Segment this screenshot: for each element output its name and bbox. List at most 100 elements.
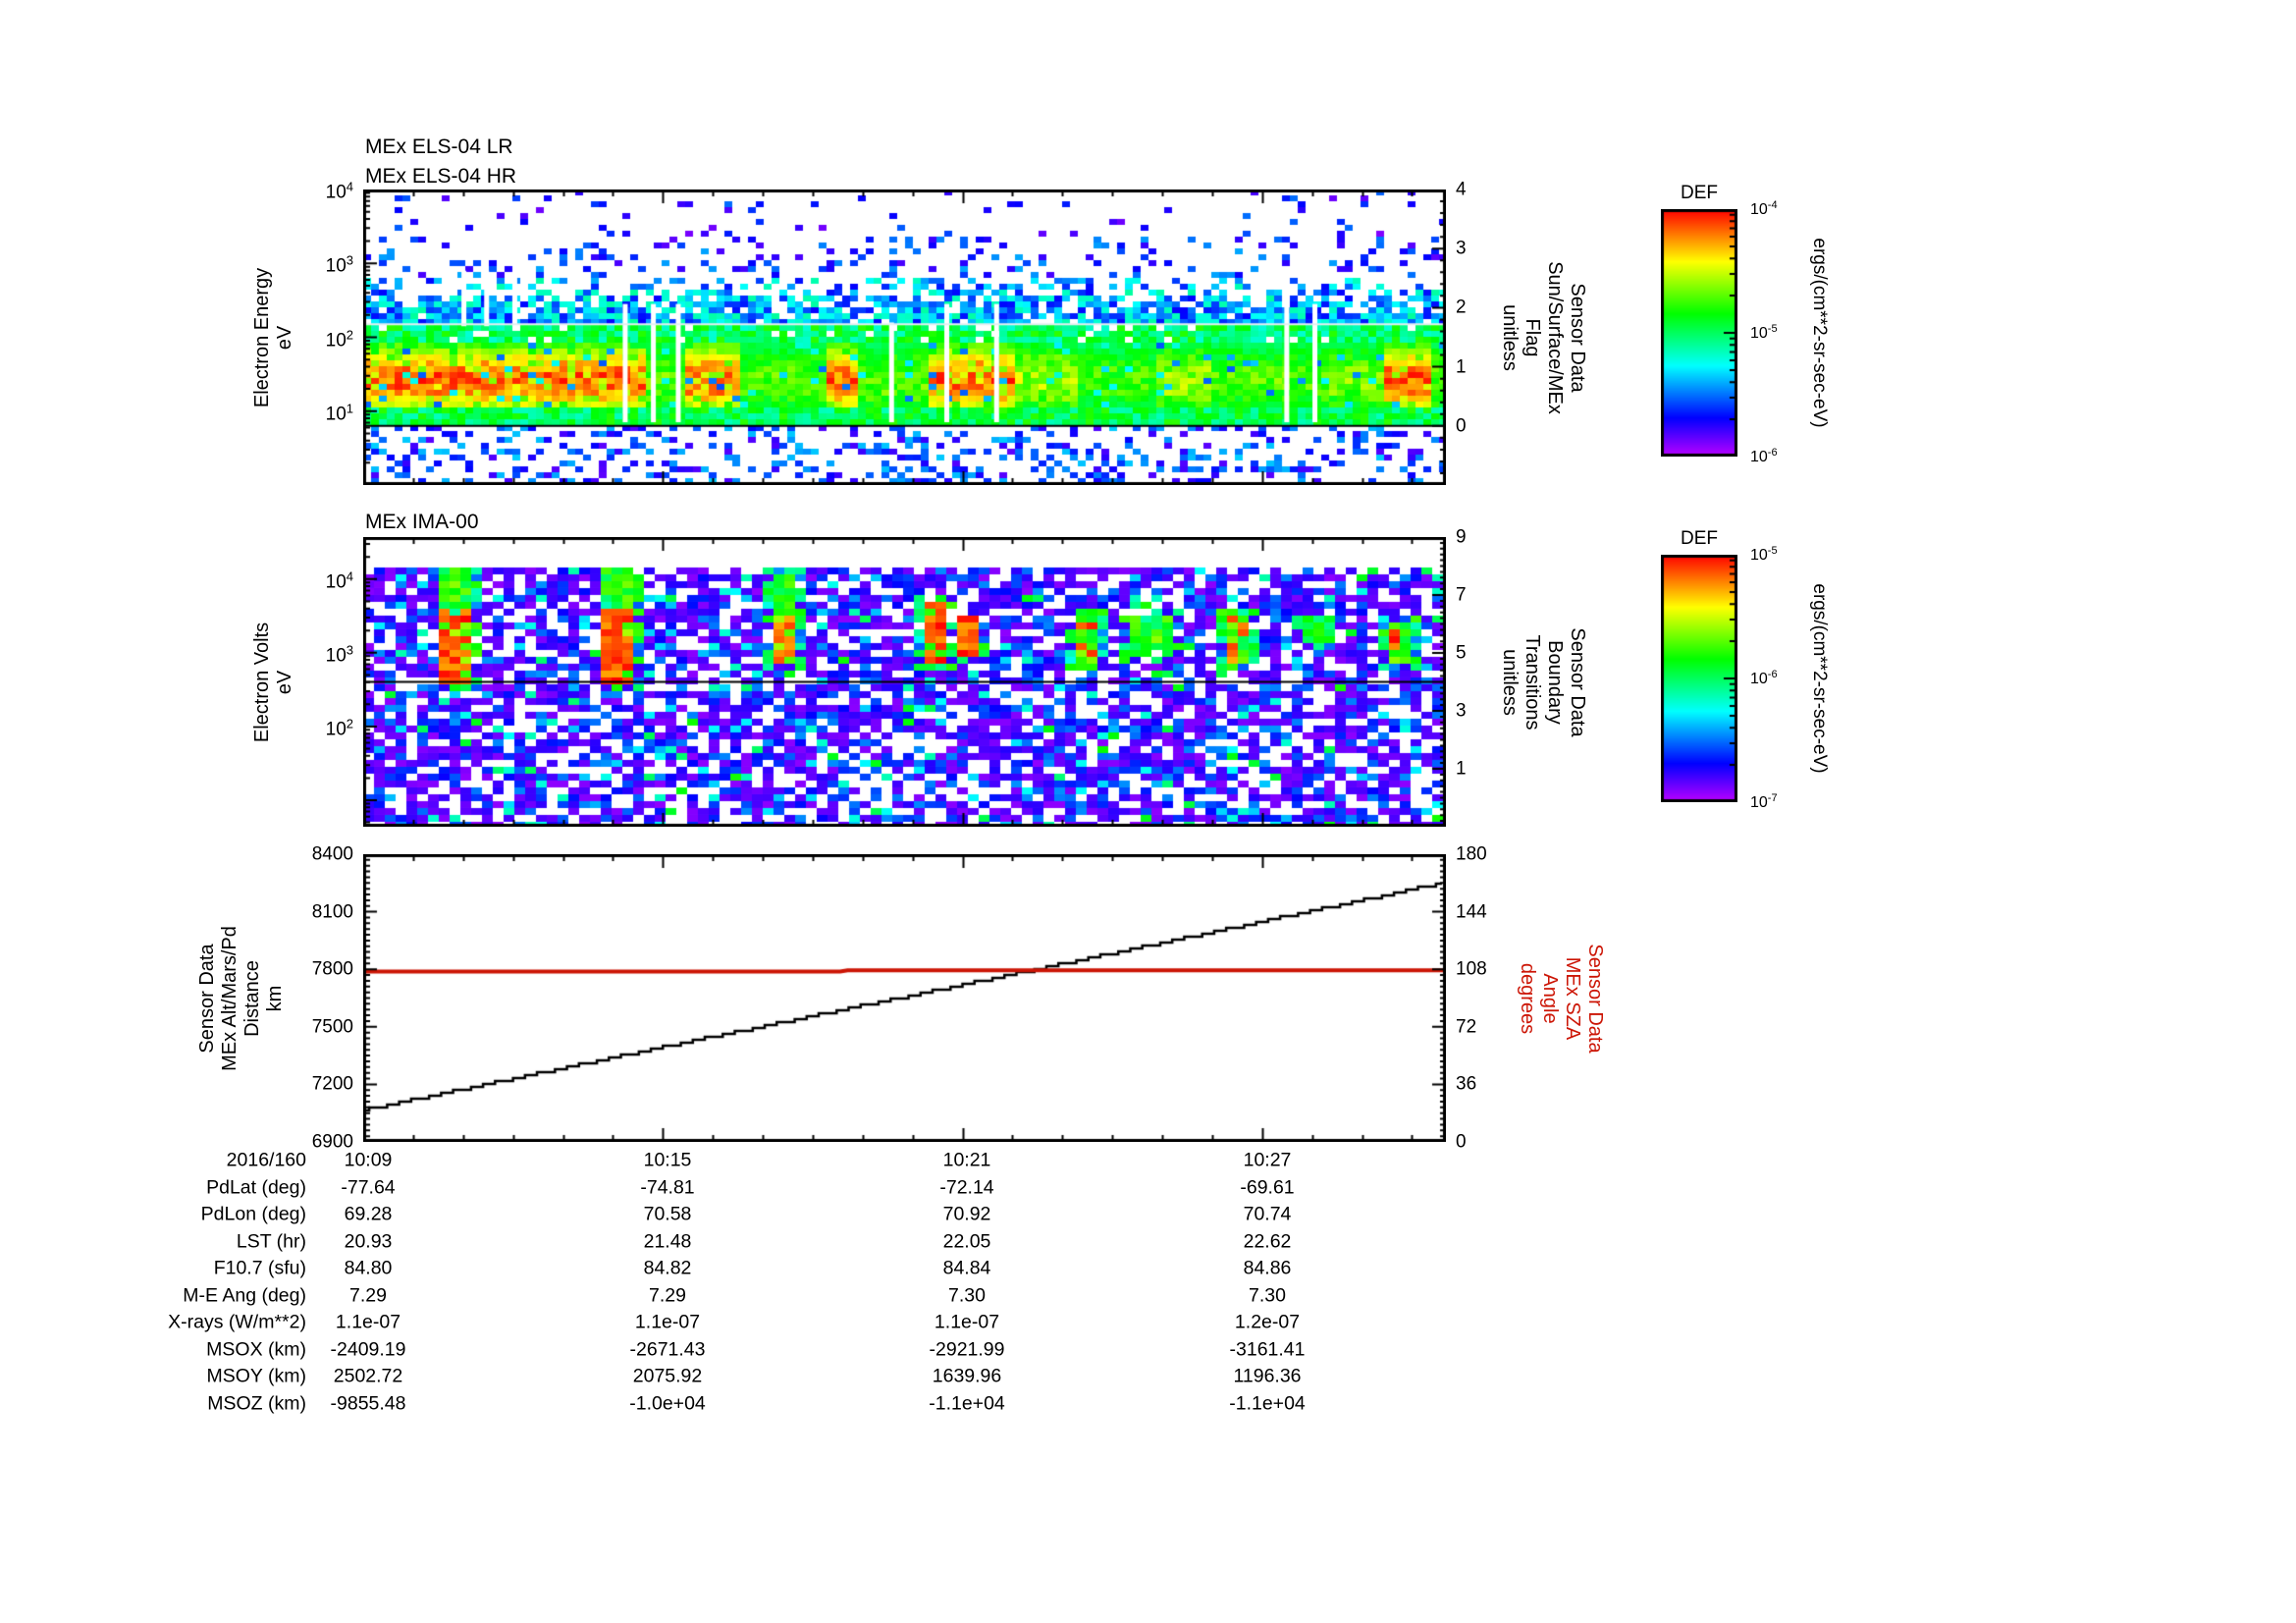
table-cell: 10:21 <box>942 1149 991 1171</box>
tick-exponent: 1 <box>346 401 353 416</box>
y-axis-label-line: Electron Energy <box>251 267 273 407</box>
right-tick-label: 4 <box>1456 179 1467 200</box>
table-cell: 84.80 <box>344 1257 393 1279</box>
cb-tick-mantissa: 10 <box>1750 671 1768 688</box>
right-tick-label: 144 <box>1456 901 1487 923</box>
right-axis-label-line: MEx SZA <box>1562 956 1583 1040</box>
table-cell: 1196.36 <box>1233 1365 1302 1387</box>
table-cell: 22.62 <box>1243 1230 1292 1252</box>
table-cell: 10:15 <box>643 1149 692 1171</box>
table-cell: 21.48 <box>643 1230 692 1252</box>
table-cell: 70.74 <box>1243 1203 1292 1225</box>
table-row-label: 2016/160 <box>226 1149 306 1171</box>
right-tick-label: 0 <box>1456 415 1467 437</box>
right-axis-label: Sensor Data Sun/Surface/MEx Flag unitless <box>1498 261 1588 414</box>
tick-mantissa: 10 <box>325 330 347 352</box>
table-cell: 84.86 <box>1243 1257 1292 1279</box>
table-cell: -72.14 <box>939 1176 994 1198</box>
table-cell: 7.29 <box>649 1284 686 1306</box>
y-axis-label-line: eV <box>274 325 295 350</box>
y-tick-label: 7500 <box>311 1016 353 1038</box>
right-axis-label-line: Boundary <box>1544 639 1566 725</box>
table-cell: 84.84 <box>942 1257 991 1279</box>
y-axis-label-line: Electron Volts <box>251 622 273 742</box>
y-axis-label: Sensor Data MEx Alt/Mars/Pd Distance km <box>196 926 287 1071</box>
right-axis-label-line: unitless <box>1499 303 1521 371</box>
table-cell: 1.1e-07 <box>335 1311 401 1333</box>
y-axis-label: Electron Volts eV <box>251 622 296 741</box>
colorbar-ima-spectrogram <box>1661 555 1737 802</box>
table-cell: 10:09 <box>344 1149 393 1171</box>
table-cell: 70.92 <box>942 1203 991 1225</box>
table-row-label: PdLon (deg) <box>200 1203 306 1225</box>
ima-spectrogram-canvas <box>363 537 1446 827</box>
y-tick-label: 7800 <box>311 958 353 980</box>
right-tick-label: 3 <box>1456 238 1467 259</box>
table-cell: -1.1e+04 <box>1229 1392 1306 1414</box>
cb-tick-mantissa: 10 <box>1750 547 1768 565</box>
right-tick-label: 9 <box>1456 526 1467 548</box>
right-tick-label: 1 <box>1456 758 1467 780</box>
right-tick-label: 0 <box>1456 1131 1467 1153</box>
y-tick-label: 8400 <box>311 843 353 865</box>
table-cell: 69.28 <box>344 1203 393 1225</box>
table-row-label: MSOX (km) <box>206 1338 306 1360</box>
right-axis-label-line: degrees <box>1517 962 1538 1034</box>
cb-tick-mantissa: 10 <box>1750 201 1768 219</box>
right-axis-label: Sensor Data MEx SZA Angle degrees <box>1516 944 1606 1053</box>
tick-exponent: 3 <box>346 252 353 268</box>
right-tick-label: 72 <box>1456 1016 1477 1038</box>
cb-tick-exponent: -6 <box>1767 668 1778 680</box>
table-cell: 84.82 <box>643 1257 692 1279</box>
right-axis-label-line: Sensor Data <box>1567 282 1588 393</box>
y-tick-label: 101 <box>326 399 353 423</box>
table-cell: -1.0e+04 <box>629 1392 706 1414</box>
right-tick-label: 180 <box>1456 843 1487 865</box>
panel-title: MEx ELS-04 HR <box>365 165 517 188</box>
y-axis-label-line: Distance <box>241 959 263 1037</box>
y-tick-label: 8100 <box>311 901 353 923</box>
y-tick-label: 7200 <box>311 1073 353 1095</box>
tick-mantissa: 10 <box>325 571 347 593</box>
table-cell: 22.05 <box>942 1230 991 1252</box>
cb-tick-exponent: -7 <box>1767 791 1778 804</box>
y-axis-label-line: MEx Alt/Mars/Pd <box>219 925 240 1071</box>
right-axis-label-line: Angle <box>1539 972 1561 1024</box>
tick-exponent: 3 <box>346 642 353 658</box>
y-axis-label: Electron Energy eV <box>251 267 296 406</box>
table-cell: 1639.96 <box>932 1365 1002 1387</box>
table-row-label: F10.7 (sfu) <box>213 1257 306 1279</box>
right-axis-label-line: Sensor Data <box>1567 626 1588 737</box>
panel-title: MEx ELS-04 LR <box>365 135 513 158</box>
colorbar-tick-label: 10-6 <box>1750 669 1778 688</box>
colorbar-units: ergs/(cm**2-sr-sec-eV) <box>1809 583 1830 774</box>
cb-tick-exponent: -6 <box>1767 446 1778 459</box>
colorbar-title: DEF <box>1681 183 1718 203</box>
right-tick-label: 1 <box>1456 356 1467 378</box>
table-cell: -9855.48 <box>330 1392 406 1414</box>
table-row-label: MSOY (km) <box>206 1365 306 1387</box>
table-row-label: M-E Ang (deg) <box>183 1284 306 1306</box>
tick-exponent: 4 <box>346 179 353 194</box>
table-cell: -2921.99 <box>929 1338 1005 1360</box>
cb-tick-exponent: -4 <box>1767 198 1778 211</box>
y-axis-label-line: km <box>264 985 286 1011</box>
colorbar-title: DEF <box>1681 528 1718 549</box>
tick-exponent: 2 <box>346 326 353 342</box>
table-cell: -77.64 <box>341 1176 396 1198</box>
colorbar-tick-label: 10-4 <box>1750 199 1778 219</box>
y-tick-label: 104 <box>326 567 353 591</box>
table-cell: 7.30 <box>1249 1284 1286 1306</box>
colorbar-tick-label: 10-5 <box>1750 323 1778 343</box>
table-cell: -74.81 <box>640 1176 695 1198</box>
table-cell: 1.2e-07 <box>1234 1311 1301 1333</box>
right-axis-label-line: Flag <box>1522 318 1543 356</box>
right-axis-label-line: unitless <box>1499 648 1521 716</box>
table-cell: 2075.92 <box>632 1365 703 1387</box>
cb-tick-mantissa: 10 <box>1750 325 1768 343</box>
y-tick-label: 102 <box>326 325 353 350</box>
table-cell: -2671.43 <box>629 1338 706 1360</box>
y-tick-label: 103 <box>326 251 353 276</box>
tick-mantissa: 10 <box>325 404 347 425</box>
table-cell: 70.58 <box>643 1203 692 1225</box>
